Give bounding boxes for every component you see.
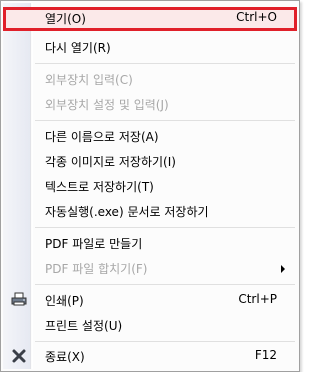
menu-item-make-pdf-label: PDF 파일로 만들기 bbox=[45, 237, 143, 251]
menu-item-external-settings-label: 외부장치 설정 및 입력(J) bbox=[45, 98, 169, 112]
menu-item-save-as-label: 다른 이름으로 저장(A) bbox=[45, 130, 159, 144]
menu-separator bbox=[35, 284, 295, 285]
menu-item-open[interactable]: 열기(O) Ctrl+O bbox=[3, 7, 297, 31]
menu-item-open-shortcut: Ctrl+O bbox=[236, 10, 277, 24]
menu-item-reopen-label: 다시 열기(R) bbox=[45, 41, 111, 55]
menu-item-save-as-text-label: 텍스트로 저장하기(T) bbox=[45, 180, 154, 194]
file-menu: 열기(O) Ctrl+O 다시 열기(R) 외부장치 입력(C) 외부장치 설정… bbox=[0, 0, 300, 372]
menu-item-open-label: 열기(O) bbox=[45, 12, 86, 26]
menu-item-exit-label: 종료(X) bbox=[45, 350, 85, 364]
menu-item-save-as-text[interactable]: 텍스트로 저장하기(T) bbox=[3, 175, 297, 197]
menu-item-exit-shortcut: F12 bbox=[254, 348, 277, 362]
close-icon bbox=[12, 349, 26, 363]
menu-item-save-as-exe-label: 자동실행(.exe) 문서로 저장하기 bbox=[45, 205, 209, 219]
menu-item-make-pdf[interactable]: PDF 파일로 만들기 bbox=[3, 232, 297, 254]
menu-item-print-settings-label: 프린트 설정(U) bbox=[45, 319, 123, 333]
menu-item-external-input-label: 외부장치 입력(C) bbox=[45, 73, 133, 87]
menu-item-print-shortcut: Ctrl+P bbox=[238, 292, 277, 306]
menu-item-print-settings[interactable]: 프린트 설정(U) bbox=[3, 314, 297, 336]
menu-item-exit[interactable]: 종료(X) F12 bbox=[3, 345, 297, 367]
menu-separator bbox=[35, 63, 295, 64]
menu-item-save-as-image-label: 각종 이미지로 저장하기(I) bbox=[45, 155, 176, 169]
menu-item-save-as[interactable]: 다른 이름으로 저장(A) bbox=[3, 125, 297, 147]
menu-item-print-label: 인쇄(P) bbox=[45, 294, 84, 308]
menu-item-save-as-exe[interactable]: 자동실행(.exe) 문서로 저장하기 bbox=[3, 200, 297, 222]
menu-item-external-settings: 외부장치 설정 및 입력(J) bbox=[3, 93, 297, 115]
menu-item-merge-pdf-label: PDF 파일 합치기(F) bbox=[45, 262, 148, 276]
menu-item-merge-pdf: PDF 파일 합치기(F) bbox=[3, 257, 297, 279]
submenu-arrow-icon bbox=[281, 265, 285, 273]
menu-item-reopen[interactable]: 다시 열기(R) bbox=[3, 36, 297, 58]
menu-separator bbox=[35, 227, 295, 228]
menu-item-external-input: 외부장치 입력(C) bbox=[3, 68, 297, 90]
menu-item-save-as-image[interactable]: 각종 이미지로 저장하기(I) bbox=[3, 150, 297, 172]
menu-separator bbox=[35, 120, 295, 121]
menu-separator bbox=[35, 341, 295, 342]
menu-item-print[interactable]: 인쇄(P) Ctrl+P bbox=[3, 289, 297, 311]
printer-icon bbox=[11, 292, 27, 306]
